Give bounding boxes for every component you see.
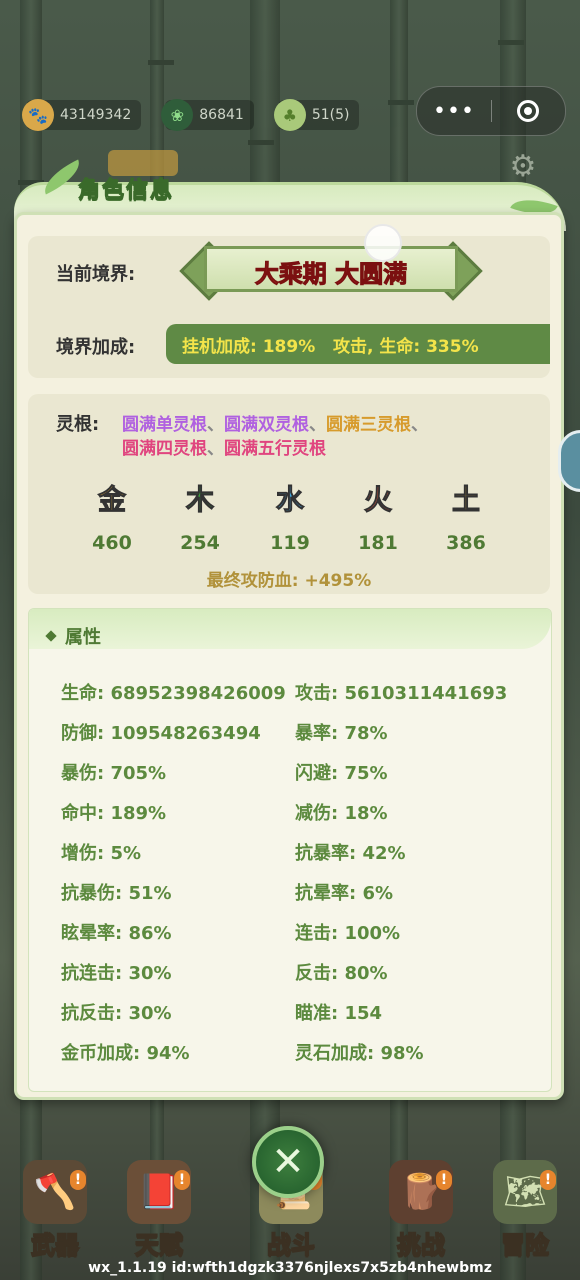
panel-title: 角色信息 [77, 178, 175, 204]
element-metal: 金 460 [82, 478, 142, 555]
root-sep: 、 [411, 415, 428, 435]
nav-weapon-badge: ! [70, 1170, 86, 1190]
herb-counter: ❀ 86841 [161, 99, 254, 131]
element-metal-value: 460 [92, 532, 132, 554]
more-icon[interactable]: ••• [417, 99, 491, 124]
element-wood-value: 254 [180, 532, 220, 554]
attr-left-0: 生命: 68952398426009 [61, 683, 286, 704]
nav-talent-label: 天赋 [134, 1230, 184, 1260]
nav-talent[interactable]: 📕 ! 天赋 [114, 1160, 204, 1260]
attr-right-0: 攻击: 5610311441693 [295, 683, 508, 704]
element-earth-value: 386 [446, 532, 486, 554]
paw-icon: 🐾 [22, 99, 54, 131]
element-water: 水 119 [260, 478, 320, 555]
bud-icon: ♣ [273, 99, 306, 131]
diamond-bullet-icon [45, 630, 57, 642]
spirit-root-line-2: 圆满四灵根、圆满五行灵根 [122, 434, 326, 459]
resource-bar: 🐾 43149342 ❀ 86841 ♣ 51(5) [22, 92, 360, 138]
bud-counter: ♣ 51(5) [273, 99, 360, 131]
attr-left-4: 增伤: 5% [61, 843, 142, 864]
root-quad: 圆满四灵根 [122, 439, 207, 459]
attributes-section: 属性 生命: 68952398426009 防御: 109548263494 暴… [28, 608, 552, 1092]
attr-left-5: 抗暴伤: 51% [61, 883, 172, 904]
nav-battle-label: 战斗 [266, 1230, 316, 1260]
final-bonus: 最终攻防血: +495% [206, 571, 372, 591]
attributes-header [29, 609, 551, 649]
realm-banner: 大乘期 大圆满 [179, 241, 483, 301]
realm-bonus-label: 境界加成: [56, 337, 136, 358]
root-five: 圆满五行灵根 [224, 439, 326, 459]
element-wood-glyph: 木 [185, 483, 214, 517]
miniprogram-capsule: ••• [416, 86, 566, 136]
version-footer: wx_1.1.19 id:wfth1dgzk3376njlexs7x5zb4nh… [88, 1260, 492, 1276]
attr-left-1: 防御: 109548263494 [61, 723, 261, 744]
attr-left-9: 金币加成: 94% [61, 1043, 190, 1064]
element-earth: 土 386 [436, 478, 496, 555]
element-water-value: 119 [270, 532, 310, 554]
spirit-root-line-1: 圆满单灵根、圆满双灵根、圆满三灵根、 [122, 410, 428, 435]
herb-value: 86841 [199, 107, 244, 123]
root-sep: 、 [309, 415, 326, 435]
attr-right-3: 减伤: 18% [295, 803, 388, 824]
target-icon [517, 100, 539, 122]
close-icon: ✕ [271, 1139, 305, 1185]
attr-left-6: 眩晕率: 86% [61, 923, 172, 944]
close-panel-button[interactable]: ✕ [252, 1126, 324, 1198]
element-fire: 火 181 [348, 478, 408, 555]
gold-counter: 🐾 43149342 [22, 99, 142, 131]
root-single: 圆满单灵根 [122, 415, 207, 435]
element-fire-glyph: 火 [363, 483, 392, 517]
attr-right-4: 抗暴率: 42% [295, 843, 406, 864]
nav-talent-badge: ! [174, 1170, 190, 1190]
element-water-glyph: 水 [275, 483, 304, 517]
spirit-root-label: 灵根: [56, 414, 100, 435]
attr-right-9: 灵石加成: 98% [295, 1043, 424, 1064]
root-sep: 、 [207, 439, 224, 459]
element-fire-value: 181 [358, 532, 398, 554]
nav-adventure-label: 冒险 [500, 1230, 550, 1260]
attributes-title: 属性 [45, 623, 101, 649]
realm-bonus-value: 挂机加成: 189% 攻击, 生命: 335% [182, 337, 479, 357]
nav-challenge-label: 挑战 [396, 1230, 446, 1260]
attr-left-7: 抗连击: 30% [61, 963, 172, 984]
nav-adventure[interactable]: 🗺 ! 冒险 [480, 1160, 570, 1260]
attr-right-6: 连击: 100% [295, 923, 401, 944]
root-triple: 圆满三灵根 [326, 415, 411, 435]
nav-challenge-badge: ! [436, 1170, 452, 1190]
element-wood: 木 254 [170, 478, 230, 555]
nav-weapon[interactable]: 🪓 ! 武器 [10, 1160, 100, 1260]
attr-right-5: 抗晕率: 6% [295, 883, 394, 904]
close-miniprogram-button[interactable] [492, 100, 564, 122]
element-metal-glyph: 金 [97, 483, 126, 517]
realm-value: 大乘期 大圆满 [254, 260, 408, 289]
attr-left-3: 命中: 189% [61, 803, 167, 824]
nav-adventure-badge: ! [540, 1170, 556, 1190]
herb-icon: ❀ [161, 99, 194, 131]
root-double: 圆满双灵根 [224, 415, 309, 435]
realm-label: 当前境界: [56, 264, 136, 285]
nav-weapon-label: 武器 [30, 1230, 80, 1260]
element-earth-glyph: 土 [451, 483, 480, 517]
attributes-title-text: 属性 [65, 627, 101, 648]
attr-right-8: 瞄准: 154 [295, 1003, 383, 1024]
bud-value: 51(5) [311, 107, 350, 123]
attr-left-2: 暴伤: 705% [61, 763, 167, 784]
attr-right-7: 反击: 80% [295, 963, 388, 984]
root-sep: 、 [207, 415, 224, 435]
attr-right-2: 闪避: 75% [295, 763, 388, 784]
nav-challenge[interactable]: 🪵 ! 挑战 [376, 1160, 466, 1260]
attr-right-1: 暴率: 78% [295, 723, 388, 744]
attr-left-8: 抗反击: 30% [61, 1003, 172, 1024]
tip-bubble [364, 224, 402, 262]
gold-value: 43149342 [60, 107, 132, 123]
